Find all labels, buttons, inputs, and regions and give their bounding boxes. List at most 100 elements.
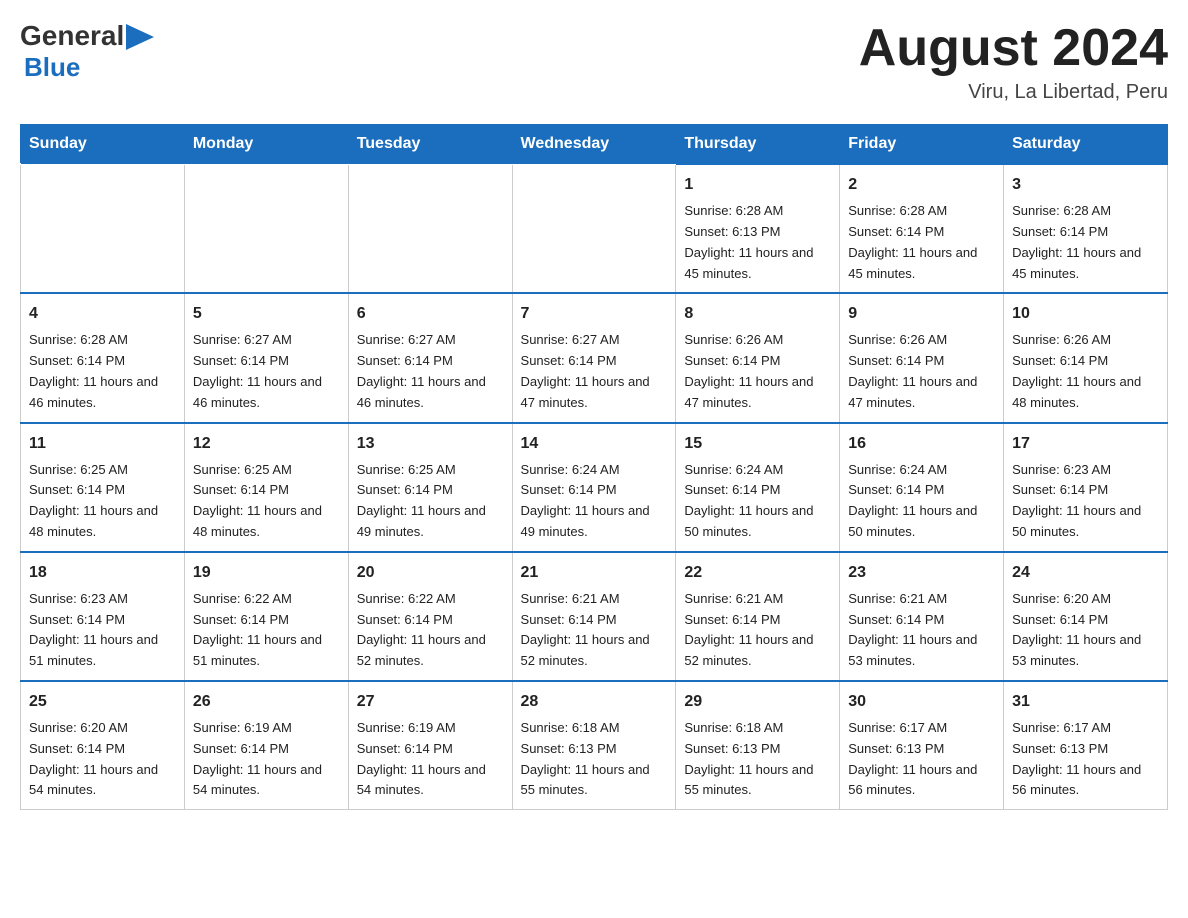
calendar-cell: 9 Sunrise: 6:26 AMSunset: 6:14 PMDaylight… [840,293,1004,422]
day-number: 13 [357,432,504,456]
calendar-cell: 28 Sunrise: 6:18 AMSunset: 6:13 PMDayligh… [512,681,676,810]
logo-blue-text: Blue [24,52,80,82]
calendar-cell: 18Sunrise: 6:23 AMSunset: 6:14 PMDayligh… [21,552,185,681]
day-number: 14 [521,432,668,456]
day-number: 11 [29,432,176,456]
day-info: Sunrise: 6:25 AMSunset: 6:14 PMDaylight:… [357,460,504,543]
day-info: Sunrise: 6:28 AMSunset: 6:13 PMDaylight:… [684,201,831,284]
calendar-cell [21,164,185,293]
day-info: Sunrise: 6:19 AMSunset: 6:14 PMDaylight:… [193,718,340,801]
day-number: 9 [848,302,995,326]
calendar-cell: 20 Sunrise: 6:22 AMSunset: 6:14 PMDayligh… [348,552,512,681]
calendar-cell: 11 Sunrise: 6:25 AMSunset: 6:14 PMDayligh… [21,423,185,552]
day-info: Sunrise: 6:18 AMSunset: 6:13 PMDaylight:… [521,718,668,801]
calendar-cell: 21 Sunrise: 6:21 AMSunset: 6:14 PMDayligh… [512,552,676,681]
day-info: Sunrise: 6:20 AMSunset: 6:14 PMDaylight:… [29,718,176,801]
day-info: Sunrise: 6:24 AMSunset: 6:14 PMDaylight:… [521,460,668,543]
day-info: Sunrise: 6:20 AMSunset: 6:14 PMDaylight:… [1012,589,1159,672]
calendar-cell: 16Sunrise: 6:24 AMSunset: 6:14 PMDayligh… [840,423,1004,552]
day-number: 27 [357,690,504,714]
day-number: 8 [684,302,831,326]
calendar-cell: 19 Sunrise: 6:22 AMSunset: 6:14 PMDayligh… [184,552,348,681]
calendar-cell: 12 Sunrise: 6:25 AMSunset: 6:14 PMDayligh… [184,423,348,552]
calendar-cell: 6Sunrise: 6:27 AMSunset: 6:14 PMDaylight… [348,293,512,422]
calendar-cell: 23 Sunrise: 6:21 AMSunset: 6:14 PMDayligh… [840,552,1004,681]
day-header-saturday: Saturday [1004,125,1168,165]
day-info: Sunrise: 6:21 AMSunset: 6:14 PMDaylight:… [848,589,995,672]
day-number: 2 [848,173,995,197]
calendar-cell: 25 Sunrise: 6:20 AMSunset: 6:14 PMDayligh… [21,681,185,810]
day-number: 7 [521,302,668,326]
week-row-1: 1 Sunrise: 6:28 AMSunset: 6:13 PMDaylight… [21,164,1168,293]
day-header-friday: Friday [840,125,1004,165]
day-number: 15 [684,432,831,456]
calendar-cell: 17 Sunrise: 6:23 AMSunset: 6:14 PMDayligh… [1004,423,1168,552]
calendar-cell [184,164,348,293]
logo-general-text: General [20,20,124,52]
calendar-cell: 30 Sunrise: 6:17 AMSunset: 6:13 PMDayligh… [840,681,1004,810]
day-number: 25 [29,690,176,714]
location: Viru, La Libertad, Peru [859,81,1168,104]
calendar-cell: 14 Sunrise: 6:24 AMSunset: 6:14 PMDayligh… [512,423,676,552]
logo-triangle-icon [126,24,154,50]
calendar-cell: 7 Sunrise: 6:27 AMSunset: 6:14 PMDaylight… [512,293,676,422]
day-info: Sunrise: 6:23 AMSunset: 6:14 PMDaylight:… [1012,460,1159,543]
day-info: Sunrise: 6:21 AMSunset: 6:14 PMDaylight:… [521,589,668,672]
day-info: Sunrise: 6:18 AMSunset: 6:13 PMDaylight:… [684,718,831,801]
day-info: Sunrise: 6:17 AMSunset: 6:13 PMDaylight:… [848,718,995,801]
month-title: August 2024 [859,20,1168,77]
calendar-cell: 26 Sunrise: 6:19 AMSunset: 6:14 PMDayligh… [184,681,348,810]
day-number: 26 [193,690,340,714]
day-number: 29 [684,690,831,714]
day-info: Sunrise: 6:28 AMSunset: 6:14 PMDaylight:… [1012,201,1159,284]
day-number: 24 [1012,561,1159,585]
day-info: Sunrise: 6:28 AMSunset: 6:14 PMDaylight:… [848,201,995,284]
day-info: Sunrise: 6:27 AMSunset: 6:14 PMDaylight:… [521,330,668,413]
day-number: 20 [357,561,504,585]
day-number: 30 [848,690,995,714]
day-number: 1 [684,173,831,197]
day-info: Sunrise: 6:26 AMSunset: 6:14 PMDaylight:… [1012,330,1159,413]
day-info: Sunrise: 6:21 AMSunset: 6:14 PMDaylight:… [684,589,831,672]
calendar-cell [512,164,676,293]
day-header-sunday: Sunday [21,125,185,165]
calendar-cell [348,164,512,293]
day-info: Sunrise: 6:26 AMSunset: 6:14 PMDaylight:… [848,330,995,413]
week-row-5: 25 Sunrise: 6:20 AMSunset: 6:14 PMDayligh… [21,681,1168,810]
calendar-cell: 5Sunrise: 6:27 AMSunset: 6:14 PMDaylight… [184,293,348,422]
day-number: 10 [1012,302,1159,326]
calendar-cell: 31Sunrise: 6:17 AMSunset: 6:13 PMDayligh… [1004,681,1168,810]
day-number: 21 [521,561,668,585]
calendar-cell: 10 Sunrise: 6:26 AMSunset: 6:14 PMDayligh… [1004,293,1168,422]
calendar-cell: 4Sunrise: 6:28 AMSunset: 6:14 PMDaylight… [21,293,185,422]
calendar-header-row: SundayMondayTuesdayWednesdayThursdayFrid… [21,125,1168,165]
day-number: 28 [521,690,668,714]
day-info: Sunrise: 6:24 AMSunset: 6:14 PMDaylight:… [684,460,831,543]
day-info: Sunrise: 6:22 AMSunset: 6:14 PMDaylight:… [357,589,504,672]
day-info: Sunrise: 6:22 AMSunset: 6:14 PMDaylight:… [193,589,340,672]
day-number: 5 [193,302,340,326]
calendar-cell: 3Sunrise: 6:28 AMSunset: 6:14 PMDaylight… [1004,164,1168,293]
day-number: 12 [193,432,340,456]
day-info: Sunrise: 6:25 AMSunset: 6:14 PMDaylight:… [29,460,176,543]
week-row-3: 11 Sunrise: 6:25 AMSunset: 6:14 PMDayligh… [21,423,1168,552]
week-row-4: 18Sunrise: 6:23 AMSunset: 6:14 PMDayligh… [21,552,1168,681]
day-info: Sunrise: 6:28 AMSunset: 6:14 PMDaylight:… [29,330,176,413]
day-header-tuesday: Tuesday [348,125,512,165]
day-header-monday: Monday [184,125,348,165]
calendar-cell: 27Sunrise: 6:19 AMSunset: 6:14 PMDayligh… [348,681,512,810]
logo: General Blue [20,20,154,83]
title-section: August 2024 Viru, La Libertad, Peru [859,20,1168,104]
day-number: 6 [357,302,504,326]
day-number: 23 [848,561,995,585]
day-number: 19 [193,561,340,585]
day-number: 17 [1012,432,1159,456]
day-number: 22 [684,561,831,585]
calendar-cell: 24 Sunrise: 6:20 AMSunset: 6:14 PMDayligh… [1004,552,1168,681]
day-info: Sunrise: 6:25 AMSunset: 6:14 PMDaylight:… [193,460,340,543]
page-header: General Blue August 2024 Viru, La Libert… [20,20,1168,104]
calendar-cell: 2 Sunrise: 6:28 AMSunset: 6:14 PMDaylight… [840,164,1004,293]
day-number: 16 [848,432,995,456]
day-header-wednesday: Wednesday [512,125,676,165]
day-info: Sunrise: 6:26 AMSunset: 6:14 PMDaylight:… [684,330,831,413]
